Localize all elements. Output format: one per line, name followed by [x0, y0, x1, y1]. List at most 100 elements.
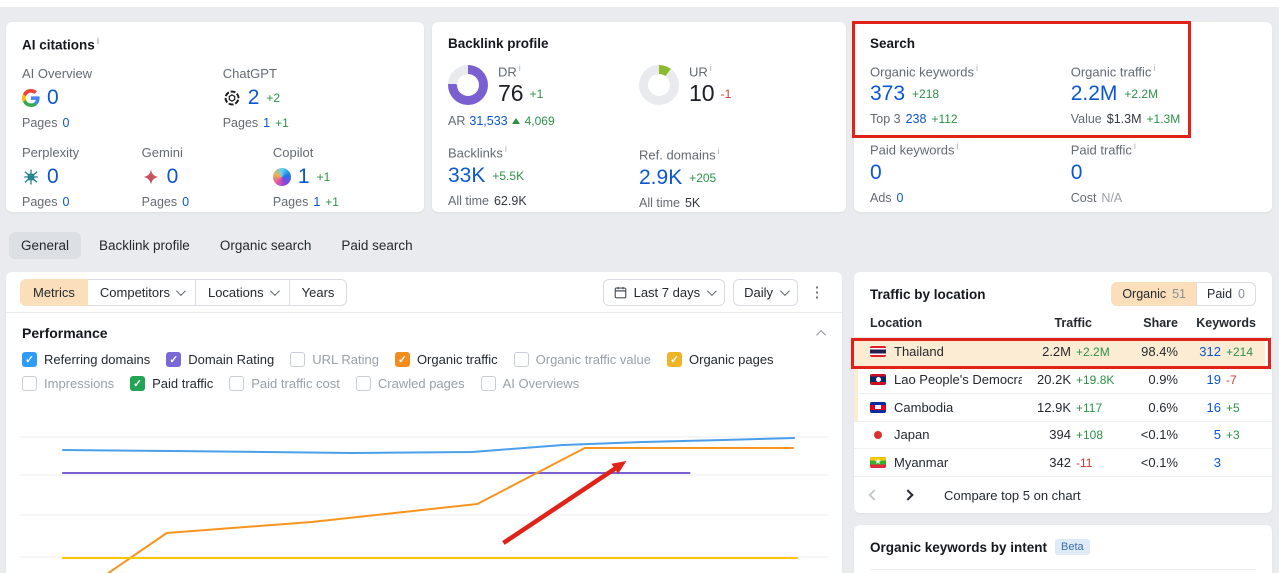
date-range-button[interactable]: Last 7 days — [602, 278, 726, 306]
pages-link[interactable]: 0 — [62, 195, 69, 209]
info-icon[interactable] — [1151, 64, 1155, 79]
beta-badge: Beta — [1055, 539, 1090, 555]
info-icon[interactable] — [708, 64, 712, 79]
organic-traffic-value[interactable]: 2.2M — [1071, 82, 1118, 106]
keywords-link[interactable]: 19 — [1178, 372, 1221, 387]
backlink-profile-title: Backlink profile — [448, 36, 549, 51]
info-icon[interactable] — [503, 146, 507, 161]
competitors-filter-button[interactable]: Competitors — [86, 278, 196, 306]
pages-link[interactable]: 1 — [263, 116, 270, 130]
pages-link[interactable]: 1 — [313, 195, 320, 209]
table-row[interactable]: Thailand 2.2M +2.2M 98.4% 312 +214 — [854, 338, 1272, 366]
tab-backlink-profile[interactable]: Backlink profile — [87, 232, 202, 259]
checkbox-icon[interactable] — [290, 352, 306, 367]
keywords-link[interactable]: 5 — [1178, 427, 1221, 442]
collapse-chevron-up-icon[interactable] — [816, 329, 827, 340]
info-icon[interactable] — [517, 64, 521, 79]
pages-link[interactable]: 0 — [62, 116, 69, 130]
compare-top5-link[interactable]: Compare top 5 on chart — [944, 488, 1081, 503]
country-flag-icon — [870, 346, 886, 358]
gemini-icon — [143, 169, 159, 184]
next-page-icon[interactable] — [902, 489, 914, 501]
checkbox-icon[interactable] — [394, 352, 410, 367]
location-name[interactable]: Thailand — [894, 344, 944, 359]
info-icon[interactable] — [1132, 143, 1136, 158]
traffic-value: 2.2M — [1042, 344, 1071, 360]
keywords-link[interactable]: 16 — [1178, 400, 1221, 415]
share-value: 98.4% — [1141, 344, 1178, 360]
share-value: 0.6% — [1148, 399, 1178, 415]
location-name[interactable]: Lao People's Democratic Reput — [894, 372, 1022, 387]
location-name[interactable]: Myanmar — [894, 455, 948, 470]
performance-chart — [6, 401, 842, 573]
backlinks-value[interactable]: 33K — [448, 164, 485, 188]
google-icon — [22, 88, 40, 107]
search-card: Search Organic keywords 373+218 Top 3238… — [854, 22, 1272, 212]
metric-checkbox[interactable]: Organic traffic value — [513, 352, 651, 367]
table-row[interactable]: Japan 394 +108 <0.1% 5 +3 — [854, 420, 1272, 449]
metric-checkbox[interactable]: AI Overviews — [480, 376, 579, 391]
checkbox-icon[interactable] — [22, 376, 37, 391]
metric-checkbox[interactable]: Organic pages — [667, 352, 774, 367]
table-row[interactable]: Cambodia 12.9K +117 0.6% 16 +5 — [854, 393, 1272, 421]
checkbox-icon[interactable] — [513, 352, 529, 367]
checkbox-icon[interactable] — [229, 376, 245, 391]
ref-domains-value[interactable]: 2.9K — [639, 166, 682, 190]
paid-keywords-value[interactable]: 0 — [870, 161, 882, 185]
prev-page-icon[interactable] — [868, 489, 880, 501]
chatgpt-icon — [224, 90, 240, 105]
metric-checkbox[interactable]: Paid traffic cost — [229, 376, 340, 391]
metric-checkbox[interactable]: Organic traffic — [394, 352, 498, 367]
tab-general[interactable]: General — [9, 232, 82, 259]
metric-checkbox[interactable]: Domain Rating — [166, 352, 274, 367]
organic-traffic-stat: Organic traffic 2.2M+2.2M Value$1.3M+1.3… — [1071, 63, 1256, 126]
info-icon[interactable] — [95, 38, 100, 53]
ar-link[interactable]: 31,533 — [469, 114, 507, 128]
checkbox-icon[interactable] — [166, 352, 182, 367]
table-row[interactable]: Myanmar 342-11 <0.1% 3 — [854, 448, 1272, 476]
kebab-menu-icon[interactable] — [806, 283, 828, 301]
paid-traffic-value[interactable]: 0 — [1071, 161, 1083, 185]
years-filter-button[interactable]: Years — [288, 278, 348, 306]
chatgpt-value: 2 — [247, 85, 260, 109]
organic-keywords-value[interactable]: 373 — [870, 82, 905, 106]
ai-citations-title: AI citations — [22, 36, 408, 53]
traffic-value: 342 — [1049, 454, 1071, 470]
checkbox-icon[interactable] — [667, 352, 682, 367]
ads-link[interactable]: 0 — [897, 191, 904, 205]
checkbox-icon[interactable] — [130, 376, 146, 391]
checkbox-icon[interactable] — [480, 376, 496, 391]
metrics-filter-button[interactable]: Metrics — [20, 278, 88, 306]
granularity-button[interactable]: Daily — [733, 278, 798, 306]
chevron-down-icon — [269, 285, 280, 296]
checkbox-icon[interactable] — [22, 352, 37, 367]
country-flag-icon — [870, 401, 886, 413]
locations-filter-button[interactable]: Locations — [194, 278, 290, 306]
toggle-paid[interactable]: Paid 0 — [1196, 282, 1256, 306]
metric-checkbox-label: Crawled pages — [377, 376, 465, 391]
keywords-link[interactable]: 312 — [1178, 344, 1221, 359]
metric-checkbox[interactable]: Crawled pages — [355, 376, 465, 391]
metric-checkbox[interactable]: URL Rating — [290, 352, 379, 367]
toggle-organic[interactable]: Organic 51 — [1111, 282, 1198, 306]
pages-link[interactable]: 0 — [182, 195, 189, 209]
checkbox-icon[interactable] — [355, 376, 371, 391]
top3-link[interactable]: 238 — [906, 112, 927, 126]
tab-paid-search[interactable]: Paid search — [329, 232, 424, 259]
info-icon[interactable] — [974, 64, 978, 79]
metric-checkbox[interactable]: Impressions — [22, 376, 114, 391]
location-name[interactable]: Japan — [894, 427, 929, 442]
tab-organic-search[interactable]: Organic search — [208, 232, 324, 259]
info-icon[interactable] — [955, 143, 959, 158]
top-strip — [0, 0, 1279, 7]
keywords-link[interactable]: 3 — [1178, 455, 1221, 470]
metric-checkbox[interactable]: Paid traffic — [130, 376, 213, 391]
info-icon[interactable] — [716, 148, 720, 163]
metric-checkbox-label: Impressions — [44, 376, 115, 391]
gemini-stat: Gemini 0 Pages 0 — [141, 144, 190, 209]
location-name[interactable]: Cambodia — [894, 400, 953, 415]
metric-checkbox[interactable]: Referring domains — [22, 352, 150, 367]
organic-keywords-stat: Organic keywords 373+218 Top 3238+112 — [870, 63, 1071, 126]
table-row[interactable]: Lao People's Democratic Reput 20.2K+19.8… — [854, 365, 1272, 393]
paid-traffic-stat: Paid traffic 0 CostN/A — [1071, 141, 1256, 205]
